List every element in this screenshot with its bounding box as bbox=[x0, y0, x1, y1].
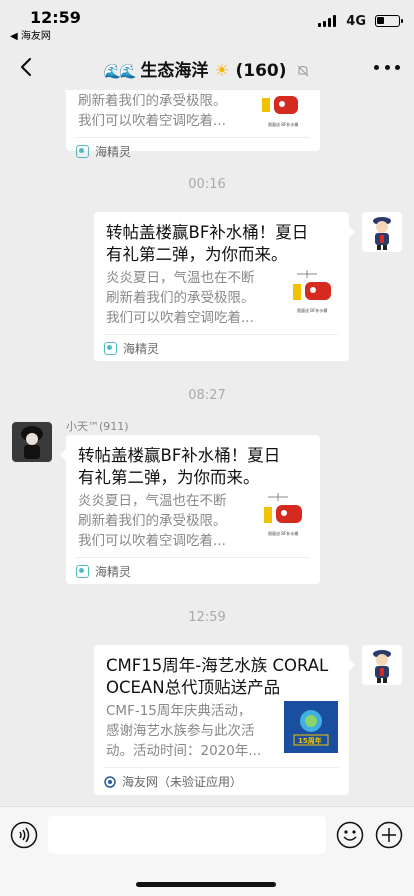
card-source: 海友网（未验证应用） bbox=[104, 767, 339, 795]
wave-emoji-icon: 🌊🌊 bbox=[103, 64, 137, 80]
sender-avatar[interactable] bbox=[12, 422, 52, 462]
battery-icon bbox=[375, 15, 403, 27]
member-count: (160) bbox=[235, 61, 287, 81]
promo-thumbnail-icon: 限量送 BF补水桶 bbox=[264, 493, 302, 536]
svg-text:限量送 BF补水桶: 限量送 BF补水桶 bbox=[297, 307, 327, 313]
card-source: 海精灵 bbox=[76, 557, 310, 585]
card-title: CMF15周年-海艺水族 CORAL OCEAN总代顶贴送产品 bbox=[106, 656, 329, 697]
more-options-icon[interactable] bbox=[374, 58, 400, 76]
link-card-message[interactable]: 转帖盖楼赢BF补水桶！夏日 有礼第二弹，为你而来。 炎炎夏日，气温也在不断 刷新… bbox=[66, 435, 320, 584]
link-card-message[interactable]: 刷新着我们的承受极限。 我们可以吹着空调吃着... 限量送 BF补水桶 海精灵 bbox=[66, 90, 320, 159]
card-title: 转帖盖楼赢BF补水桶！夏日 有礼第二弹，为你而来。 bbox=[106, 223, 309, 264]
card-source: 海精灵 bbox=[76, 137, 310, 165]
chat-header: 🌊🌊 生态海洋 ☀ (160) bbox=[0, 44, 414, 90]
emoji-icon[interactable] bbox=[336, 821, 364, 849]
message-timestamp: 08:27 bbox=[188, 388, 226, 403]
input-bar bbox=[0, 806, 414, 896]
link-card-message[interactable]: CMF15周年-海艺水族 CORAL OCEAN总代顶贴送产品 CMF-15周年… bbox=[94, 645, 349, 795]
card-source: 海精灵 bbox=[104, 334, 339, 362]
card-description: 刷新着我们的承受极限。 我们可以吹着空调吃着... bbox=[78, 93, 227, 129]
status-time: 12:59 bbox=[30, 8, 81, 27]
back-to-app-link[interactable]: ◀ 海友网 bbox=[10, 27, 51, 42]
group-title: 🌊🌊 生态海洋 ☀ (160) bbox=[0, 56, 414, 81]
svg-text:限量送 BF补水桶: 限量送 BF补水桶 bbox=[268, 121, 298, 127]
plus-icon[interactable] bbox=[375, 821, 403, 849]
message-timestamp: 00:16 bbox=[188, 177, 226, 192]
app-icon bbox=[104, 342, 117, 355]
my-avatar[interactable] bbox=[362, 645, 402, 685]
promo-thumbnail-icon: 限量送 BF补水桶 bbox=[293, 270, 331, 313]
my-avatar[interactable] bbox=[362, 212, 402, 252]
card-description: 炎炎夏日，气温也在不断 刷新着我们的承受极限。 我们可以吹着空调吃着... bbox=[106, 270, 255, 326]
message-timestamp: 12:59 bbox=[188, 610, 226, 625]
card-description: CMF-15周年庆典活动， 感谢海艺水族参与此次活 动。活动时间：2020年..… bbox=[106, 703, 262, 759]
link-icon bbox=[104, 775, 116, 788]
svg-text:限量送 BF补水桶: 限量送 BF补水桶 bbox=[268, 530, 298, 536]
mute-bell-icon bbox=[298, 65, 309, 77]
voice-input-icon[interactable] bbox=[10, 821, 38, 849]
home-indicator bbox=[136, 882, 276, 887]
svg-text:15周年: 15周年 bbox=[298, 736, 322, 745]
card-title: 转帖盖楼赢BF补水桶！夏日 有礼第二弹，为你而来。 bbox=[78, 446, 281, 487]
group-name: 生态海洋 bbox=[140, 61, 209, 81]
card-description: 炎炎夏日，气温也在不断 刷新着我们的承受极限。 我们可以吹着空调吃着... bbox=[78, 493, 227, 549]
status-bar: 12:59 ◀ 海友网 4G bbox=[0, 0, 414, 44]
promo-thumbnail-icon: 限量送 BF补水桶 bbox=[262, 96, 298, 127]
network-type: 4G bbox=[346, 14, 366, 29]
link-card-message[interactable]: 转帖盖楼赢BF补水桶！夏日 有礼第二弹，为你而来。 炎炎夏日，气温也在不断 刷新… bbox=[94, 212, 349, 361]
message-list[interactable]: 刷新着我们的承受极限。 我们可以吹着空调吃着... 限量送 BF补水桶 海精灵 … bbox=[0, 90, 414, 806]
signal-icon bbox=[318, 15, 336, 27]
message-input[interactable] bbox=[48, 816, 326, 854]
app-icon bbox=[76, 145, 89, 158]
event-thumbnail-icon: 15周年 bbox=[284, 701, 338, 753]
app-icon bbox=[76, 565, 89, 578]
sender-name: 小天™(911) bbox=[66, 420, 129, 433]
sun-emoji-icon: ☀ bbox=[214, 61, 230, 81]
